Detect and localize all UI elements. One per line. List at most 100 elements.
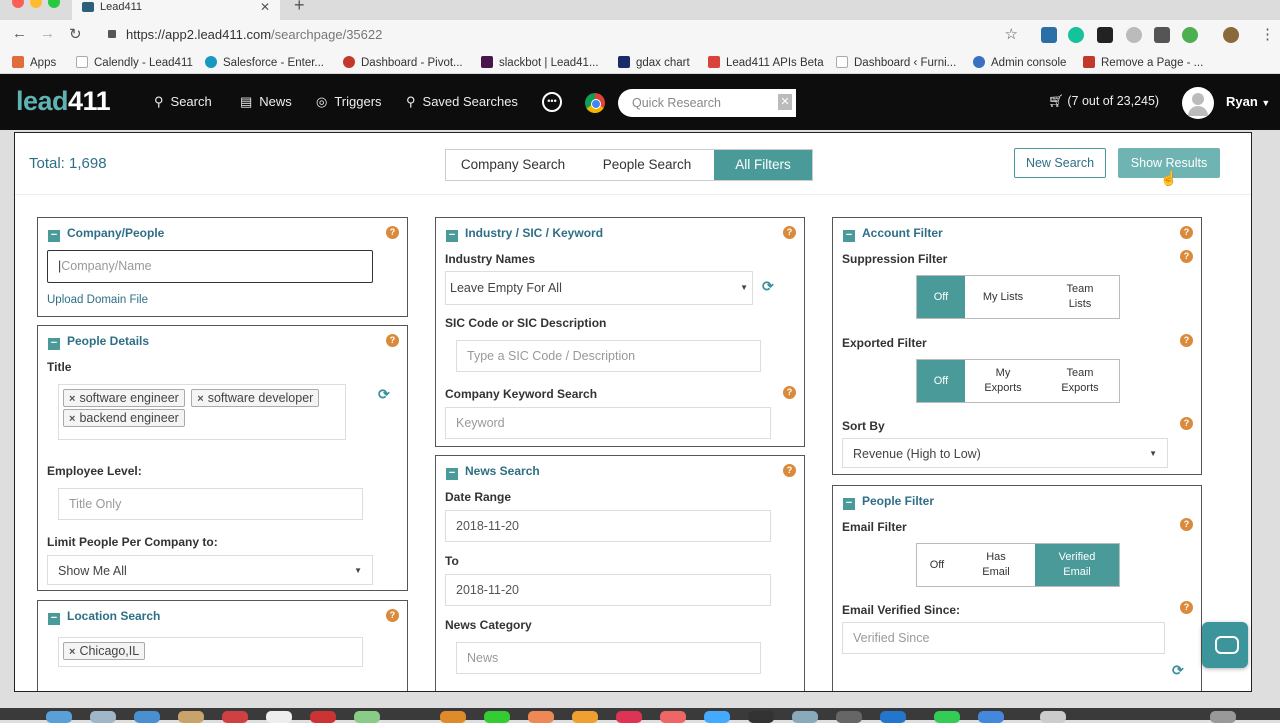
nav-triggers[interactable]: ◎ Triggers	[316, 94, 382, 110]
user-menu[interactable]: Ryan ▼	[1226, 94, 1270, 109]
bookmark-salesforce[interactable]: Salesforce - Enter...	[205, 56, 324, 69]
nav-news[interactable]: ▤ News	[240, 94, 292, 110]
dock-app-icon[interactable]	[90, 711, 116, 723]
dock-app-icon[interactable]	[836, 711, 862, 723]
bookmark-apps[interactable]: Apps	[12, 56, 56, 69]
quick-research-input[interactable]: Quick Research ✕	[618, 89, 796, 117]
collapse-icon[interactable]: −	[843, 498, 855, 510]
bookmark-gdax-chart[interactable]: gdax chart	[618, 56, 690, 69]
bookmark-admin-console[interactable]: Admin console	[973, 56, 1066, 69]
dock-app-icon[interactable]	[310, 711, 336, 723]
employee-level-input[interactable]: Title Only	[58, 488, 363, 520]
company-keyword-input[interactable]: Keyword	[445, 407, 771, 439]
panel-title[interactable]: − People Details	[48, 334, 149, 350]
dock-app-icon[interactable]	[266, 711, 292, 723]
sic-input[interactable]: Type a SIC Code / Description	[456, 340, 761, 372]
dock-app-icon[interactable]	[748, 711, 774, 723]
cart-count[interactable]: 🛒︎ (7 out of 23,245)	[1048, 94, 1159, 109]
panel-title[interactable]: − Account Filter	[843, 226, 943, 242]
extension-icon-5[interactable]	[1154, 27, 1170, 43]
dock-app-icon[interactable]	[704, 711, 730, 723]
clear-icon[interactable]: ✕	[778, 94, 792, 110]
remove-tag-icon[interactable]: ×	[69, 393, 75, 405]
sort-by-select[interactable]: Revenue (High to Low) ▼	[842, 438, 1168, 468]
refresh-icon[interactable]: ⟳	[762, 278, 774, 295]
exported-off-option[interactable]: Off	[917, 360, 965, 402]
help-icon[interactable]: ?	[1180, 601, 1193, 614]
dock-app-icon[interactable]	[134, 711, 160, 723]
dock-app-icon[interactable]	[792, 711, 818, 723]
collapse-icon[interactable]: −	[843, 230, 855, 242]
suppression-off-option[interactable]: Off	[917, 276, 965, 318]
email-verified-option[interactable]: Verified Email	[1035, 544, 1119, 586]
dock-app-icon[interactable]	[528, 711, 554, 723]
browser-tab[interactable]: Lead411 ✕	[72, 0, 280, 20]
help-icon[interactable]: ?	[386, 609, 399, 622]
collapse-icon[interactable]: −	[48, 613, 60, 625]
lead411-logo[interactable]: lead411	[16, 86, 111, 117]
dock-app-icon[interactable]	[222, 711, 248, 723]
extension-icon-4[interactable]	[1126, 27, 1142, 43]
tab-people-search[interactable]: People Search	[580, 150, 714, 180]
help-icon[interactable]: ?	[1180, 334, 1193, 347]
panel-title[interactable]: − News Search	[446, 464, 540, 480]
bookmark-dashboard-pivot[interactable]: Dashboard - Pivot...	[343, 56, 463, 69]
dock-app-icon[interactable]	[880, 711, 906, 723]
refresh-icon[interactable]: ⟳	[378, 386, 390, 403]
dock-app-icon[interactable]	[354, 711, 380, 723]
news-category-input[interactable]: News	[456, 642, 761, 674]
panel-title[interactable]: − People Filter	[843, 494, 934, 510]
help-icon[interactable]: ?	[1180, 518, 1193, 531]
help-icon[interactable]: ?	[1180, 226, 1193, 239]
help-icon[interactable]: ?	[386, 334, 399, 347]
help-icon[interactable]: ?	[783, 386, 796, 399]
panel-title[interactable]: − Location Search	[48, 609, 160, 625]
bookmark-calendly[interactable]: Calendly - Lead411	[76, 56, 193, 69]
help-icon[interactable]: ?	[783, 464, 796, 477]
location-tags-input[interactable]: × Chicago,IL	[58, 637, 363, 667]
tab-all-filters[interactable]: All Filters	[714, 150, 812, 180]
dock-app-icon[interactable]	[484, 711, 510, 723]
nav-saved-searches[interactable]: ⚲ Saved Searches	[406, 94, 518, 110]
help-icon[interactable]: ?	[783, 226, 796, 239]
panel-title[interactable]: − Company/People	[48, 226, 164, 242]
chrome-extension-icon[interactable]	[585, 93, 605, 113]
dock-app-icon[interactable]	[440, 711, 466, 723]
date-to-input[interactable]: 2018-11-20	[445, 574, 771, 606]
company-name-input[interactable]: |Company/Name	[47, 250, 373, 283]
bookmark-star-icon[interactable]: ☆	[1005, 25, 1018, 43]
dock-app-icon[interactable]	[178, 711, 204, 723]
chrome-menu-icon[interactable]: ⋮	[1260, 25, 1275, 43]
email-verified-since-input[interactable]: Verified Since	[842, 622, 1165, 654]
extension-icon-6[interactable]	[1182, 27, 1198, 43]
extension-icon-1[interactable]	[1041, 27, 1057, 43]
suppression-my-lists-option[interactable]: My Lists	[965, 276, 1041, 318]
dock-app-icon[interactable]	[978, 711, 1004, 723]
exported-team-exports-option[interactable]: Team Exports	[1041, 360, 1119, 402]
dock-app-icon[interactable]	[572, 711, 598, 723]
collapse-icon[interactable]: −	[446, 230, 458, 242]
tab-company-search[interactable]: Company Search	[446, 150, 580, 180]
bookmark-dashboard-furni[interactable]: Dashboard ‹ Furni...	[836, 56, 956, 69]
title-tags-input[interactable]: × software engineer × software developer ×…	[58, 384, 346, 440]
email-has-email-option[interactable]: Has Email	[957, 544, 1035, 586]
new-tab-button[interactable]: +	[294, 0, 305, 16]
user-avatar[interactable]	[1182, 87, 1214, 119]
remove-tag-icon[interactable]: ×	[69, 413, 75, 425]
remove-tag-icon[interactable]: ×	[197, 393, 203, 405]
dock-trash-icon[interactable]	[1210, 711, 1236, 723]
url-bar[interactable]: https://app2.lead411.com/searchpage/3562…	[98, 23, 1028, 47]
bookmark-slackbot[interactable]: slackbot | Lead41...	[481, 56, 599, 69]
help-icon[interactable]: ?	[1180, 417, 1193, 430]
back-icon[interactable]: ←	[12, 25, 27, 42]
close-tab-icon[interactable]: ✕	[260, 0, 270, 14]
maximize-window-button[interactable]	[48, 0, 60, 8]
more-options-icon[interactable]: •••	[542, 92, 562, 112]
profile-avatar-icon[interactable]	[1223, 27, 1239, 43]
industry-names-select[interactable]: Leave Empty For All ▼	[445, 271, 753, 305]
new-search-button[interactable]: New Search	[1014, 148, 1106, 178]
exported-my-exports-option[interactable]: My Exports	[965, 360, 1041, 402]
upload-domain-file-link[interactable]: Upload Domain File	[47, 294, 148, 306]
remove-tag-icon[interactable]: ×	[69, 646, 75, 658]
dock-app-icon[interactable]	[1040, 711, 1066, 723]
